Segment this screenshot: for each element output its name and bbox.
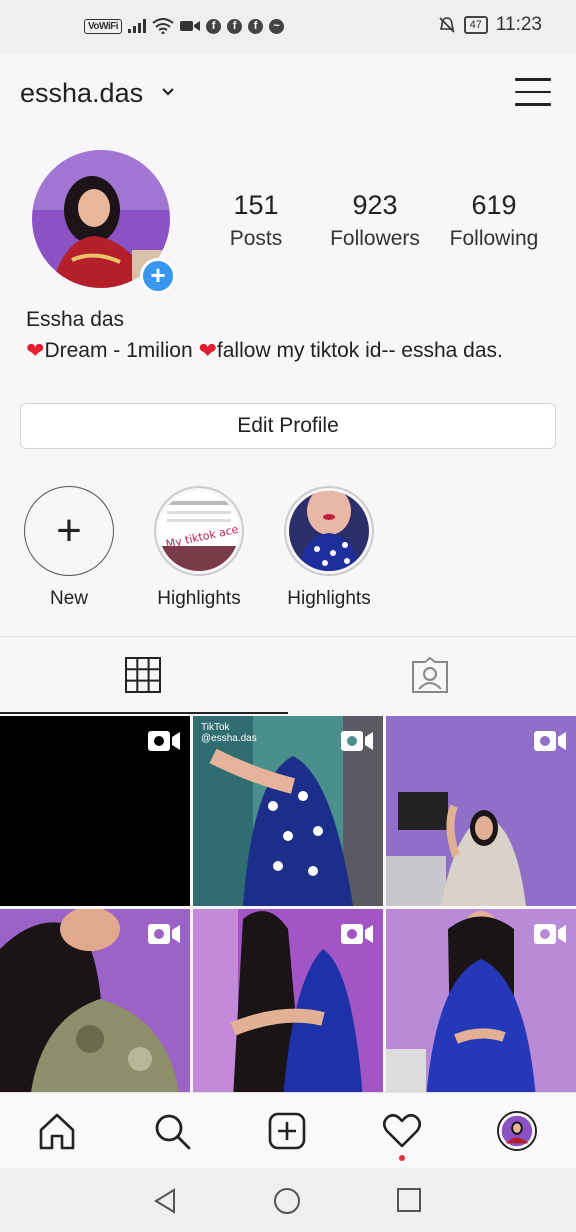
video-icon bbox=[534, 730, 566, 757]
highlight-cover-ring bbox=[284, 486, 374, 576]
facebook-notification-icon: f bbox=[227, 18, 243, 34]
tagged-icon[interactable] bbox=[411, 656, 449, 698]
heart-emoji-icon: ❤ bbox=[198, 338, 217, 363]
chevron-down-icon[interactable] bbox=[161, 84, 175, 102]
mute-bell-icon bbox=[439, 17, 455, 33]
video-icon bbox=[341, 730, 373, 757]
signal-icon bbox=[128, 19, 147, 33]
grid-post[interactable] bbox=[0, 716, 190, 906]
followers-label: Followers bbox=[330, 227, 420, 250]
heart-emoji-icon: ❤ bbox=[26, 338, 45, 363]
full-name: Essha das bbox=[26, 308, 125, 331]
video-icon bbox=[148, 923, 180, 950]
home-circle-icon[interactable] bbox=[273, 1187, 301, 1220]
highlight-item[interactable]: Highlights bbox=[284, 486, 374, 610]
video-icon bbox=[148, 730, 180, 757]
vowifi-badge: VoWiFi bbox=[84, 18, 123, 34]
battery-indicator: 47 bbox=[463, 16, 488, 34]
bio: ❤ Dream - 1milion ❤ fallow my tiktok id-… bbox=[26, 338, 503, 364]
home-icon[interactable] bbox=[37, 1111, 77, 1151]
highlight-label: Highlights bbox=[157, 588, 241, 609]
status-bar: VoWiFi f f f ~ 47 11:23 bbox=[0, 0, 576, 54]
android-navigation-bar bbox=[0, 1168, 576, 1232]
following-label: Following bbox=[449, 227, 539, 250]
posts-count: 151 bbox=[233, 190, 279, 220]
username-switcher[interactable]: essha.das bbox=[20, 78, 143, 109]
video-icon bbox=[534, 923, 566, 950]
activity-heart-icon[interactable] bbox=[382, 1111, 422, 1151]
following-stat[interactable]: 619 Following bbox=[445, 190, 543, 251]
menu-icon[interactable] bbox=[515, 78, 551, 108]
add-story-button[interactable]: + bbox=[140, 258, 176, 294]
following-count: 619 bbox=[471, 190, 517, 220]
recents-icon[interactable] bbox=[397, 1188, 421, 1217]
highlight-cover: My tiktok aceunt bbox=[159, 491, 239, 571]
posts-stat[interactable]: 151 Posts bbox=[222, 190, 290, 251]
video-icon bbox=[341, 923, 373, 950]
bio-text: Dream - 1milion bbox=[44, 339, 199, 362]
grid-post[interactable] bbox=[386, 909, 576, 1092]
highlight-cover bbox=[289, 491, 369, 571]
grid-post[interactable]: TikTok @essha.das bbox=[193, 716, 383, 906]
grid-post[interactable] bbox=[386, 716, 576, 906]
bio-text-rest: fallow my tiktok id-- essha das. bbox=[216, 339, 503, 362]
tiktok-watermark: TikTok @essha.das bbox=[201, 722, 257, 744]
posts-grid: TikTok @essha.das bbox=[0, 716, 576, 1092]
active-tab-indicator bbox=[0, 712, 288, 714]
video-call-status-icon bbox=[180, 21, 201, 31]
search-icon[interactable] bbox=[152, 1111, 192, 1151]
wifi-icon bbox=[152, 18, 174, 34]
followers-count: 923 bbox=[352, 190, 398, 220]
highlight-label: Highlights bbox=[287, 588, 371, 609]
new-post-icon[interactable] bbox=[267, 1111, 307, 1151]
highlight-item[interactable]: My tiktok aceunt Highlights bbox=[154, 486, 244, 610]
profile-avatar-tab[interactable] bbox=[497, 1111, 537, 1151]
profile-header: essha.das bbox=[0, 54, 576, 136]
status-right: 47 11:23 bbox=[438, 14, 542, 36]
grid-post[interactable] bbox=[0, 909, 190, 1092]
highlight-new[interactable]: + New bbox=[24, 486, 114, 610]
edit-profile-button[interactable]: Edit Profile bbox=[20, 403, 556, 449]
grid-post[interactable] bbox=[193, 909, 383, 1092]
back-icon[interactable] bbox=[152, 1188, 178, 1219]
plus-icon: + bbox=[24, 486, 114, 576]
notification-dot bbox=[399, 1155, 405, 1161]
posts-label: Posts bbox=[229, 227, 283, 250]
highlight-label: New bbox=[49, 588, 88, 609]
followers-stat[interactable]: 923 Followers bbox=[326, 190, 424, 251]
status-left-icons: VoWiFi f f f ~ bbox=[84, 18, 285, 34]
facebook-notification-icon: f bbox=[248, 18, 264, 34]
grid-icon[interactable] bbox=[125, 657, 161, 698]
tabs-divider bbox=[0, 636, 576, 637]
clock: 11:23 bbox=[495, 14, 542, 35]
highlight-cover-ring: My tiktok aceunt bbox=[154, 486, 244, 576]
facebook-notification-icon: f bbox=[206, 18, 222, 34]
messenger-notification-icon: ~ bbox=[269, 18, 285, 34]
bottom-nav bbox=[0, 1092, 576, 1169]
